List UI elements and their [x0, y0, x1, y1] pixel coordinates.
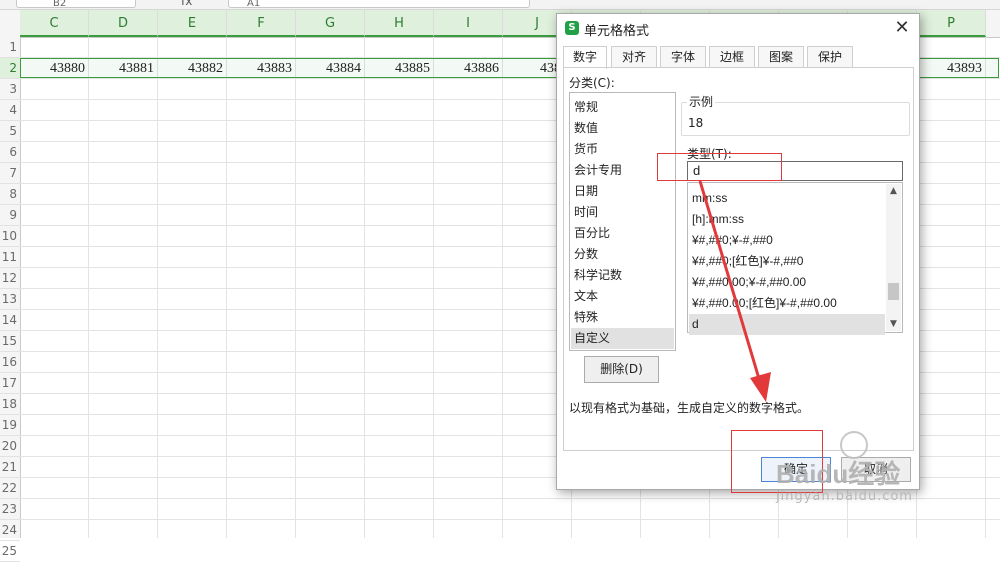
tab-font[interactable]: 字体 [660, 46, 706, 68]
format-list-scrollbar[interactable]: ▲ ▼ [886, 184, 901, 331]
category-item[interactable]: 自定义 [571, 328, 674, 349]
cell-p2[interactable]: 43893 [917, 58, 982, 79]
format-item[interactable]: ¥#,##0;[红色]¥-#,##0 [689, 251, 885, 272]
formula-input[interactable]: A1 [228, 0, 530, 9]
dialog-title: 单元格格式 [584, 24, 650, 39]
wps-logo-icon: S [565, 21, 579, 35]
format-item[interactable]: [h]:mm:ss [689, 209, 885, 230]
format-item[interactable]: mm:ss [689, 188, 885, 209]
scroll-thumb[interactable] [888, 283, 899, 300]
scroll-up-icon[interactable]: ▲ [886, 184, 901, 198]
row-header-7[interactable]: 7 [0, 163, 20, 184]
close-button[interactable]: ✕ [891, 17, 913, 39]
row-header-16[interactable]: 16 [0, 352, 20, 373]
column-header-h[interactable]: H [365, 10, 434, 37]
row-header-6[interactable]: 6 [0, 142, 20, 163]
row-header-8[interactable]: 8 [0, 184, 20, 205]
delete-button[interactable]: 删除(D) [584, 356, 659, 383]
row-header-18[interactable]: 18 [0, 394, 20, 415]
cell-e2[interactable]: 43882 [158, 58, 223, 79]
row-header-25[interactable]: 25 [0, 541, 20, 562]
column-header-c[interactable]: C [20, 10, 89, 37]
formula-value: A1 [247, 0, 261, 9]
cell-h2[interactable]: 43885 [365, 58, 430, 79]
cell-f2[interactable]: 43883 [227, 58, 292, 79]
category-item[interactable]: 科学记数 [571, 265, 674, 286]
sample-group: 示例 18 [681, 93, 910, 136]
formula-bar: B2 fx A1 [0, 0, 1000, 10]
cell-i2[interactable]: 43886 [434, 58, 499, 79]
category-item[interactable]: 数值 [571, 118, 674, 139]
category-label: 分类(C): [569, 76, 615, 90]
cell-d2[interactable]: 43881 [89, 58, 154, 79]
baidu-watermark: Baidu经验 jingyan.baidu.com [776, 425, 966, 525]
row-header-22[interactable]: 22 [0, 478, 20, 499]
column-header-i[interactable]: I [434, 10, 503, 37]
row-headers: 1 2 3 4 5 6 7 8 9 10 11 12 13 14 15 16 17 18 19 20 21 22 23 24 2… [0, 37, 21, 562]
category-item[interactable]: 时间 [571, 202, 674, 223]
row-header-23[interactable]: 23 [0, 499, 20, 520]
category-item[interactable]: 百分比 [571, 223, 674, 244]
scroll-down-icon[interactable]: ▼ [886, 317, 901, 331]
row-header-20[interactable]: 20 [0, 436, 20, 457]
name-box-value: B2 [53, 0, 67, 9]
tab-pattern[interactable]: 图案 [758, 46, 804, 68]
row-header-15[interactable]: 15 [0, 331, 20, 352]
format-item[interactable]: ¥#,##0.00;¥-#,##0.00 [689, 272, 885, 293]
description-text: 以现有格式为基础，生成自定义的数字格式。 [569, 401, 810, 415]
column-header-e[interactable]: E [158, 10, 227, 37]
category-item[interactable]: 常规 [571, 97, 674, 118]
category-item[interactable]: 文本 [571, 286, 674, 307]
row-header-14[interactable]: 14 [0, 310, 20, 331]
watermark-brand: Baidu经验 [776, 459, 901, 489]
format-item[interactable]: d [689, 314, 885, 335]
watermark-url: jingyan.baidu.com [776, 489, 913, 504]
row-header-13[interactable]: 13 [0, 289, 20, 310]
cell-c2[interactable]: 43880 [20, 58, 85, 79]
cell-g2[interactable]: 43884 [296, 58, 361, 79]
sample-label: 示例 [687, 93, 716, 110]
category-item[interactable]: 特殊 [571, 307, 674, 328]
row-header-12[interactable]: 12 [0, 268, 20, 289]
row-header-10[interactable]: 10 [0, 226, 20, 247]
column-header-g[interactable]: G [296, 10, 365, 37]
column-header-f[interactable]: F [227, 10, 296, 37]
row-header-17[interactable]: 17 [0, 373, 20, 394]
tab-alignment[interactable]: 对齐 [611, 46, 657, 68]
row-header-21[interactable]: 21 [0, 457, 20, 478]
name-box[interactable]: B2 [16, 0, 136, 9]
row-header-2[interactable]: 2 [0, 58, 20, 79]
column-header-d[interactable]: D [89, 10, 158, 37]
format-list[interactable]: mm:ss [h]:mm:ss ¥#,##0;¥-#,##0 ¥#,##0;[红色]¥… [687, 182, 903, 335]
column-header-p[interactable]: P [917, 10, 986, 37]
tab-protection[interactable]: 保护 [807, 46, 853, 68]
format-item[interactable]: ¥#,##0.00;[红色]¥-#,##0.00 [689, 293, 885, 314]
category-item[interactable]: 日期 [571, 181, 674, 202]
category-item[interactable]: 分数 [571, 244, 674, 265]
tab-number[interactable]: 数字 [563, 46, 607, 69]
row-header-19[interactable]: 19 [0, 415, 20, 436]
fx-label: fx [181, 0, 193, 8]
dialog-titlebar[interactable]: S 单元格格式 ✕ [557, 14, 919, 44]
row-header-1[interactable]: 1 [0, 37, 20, 58]
tab-bar: 数字 对齐 字体 边框 图案 保护 [563, 46, 913, 69]
row-header-4[interactable]: 4 [0, 100, 20, 121]
row-header-5[interactable]: 5 [0, 121, 20, 142]
sample-value: 18 [688, 116, 704, 130]
row-header-3[interactable]: 3 [0, 79, 20, 100]
row-header-11[interactable]: 11 [0, 247, 20, 268]
row-header-9[interactable]: 9 [0, 205, 20, 226]
format-item[interactable]: ¥#,##0;¥-#,##0 [689, 230, 885, 251]
category-list[interactable]: 常规 数值 货币 会计专用 日期 时间 百分比 分数 科学记数 文本 特殊 自定义 [569, 92, 676, 351]
annotation-box-type [657, 153, 782, 181]
tab-border[interactable]: 边框 [709, 46, 755, 68]
format-cells-dialog: S 单元格格式 ✕ 数字 对齐 字体 边框 图案 保护 分类(C): 常规 数值货… [556, 13, 920, 490]
